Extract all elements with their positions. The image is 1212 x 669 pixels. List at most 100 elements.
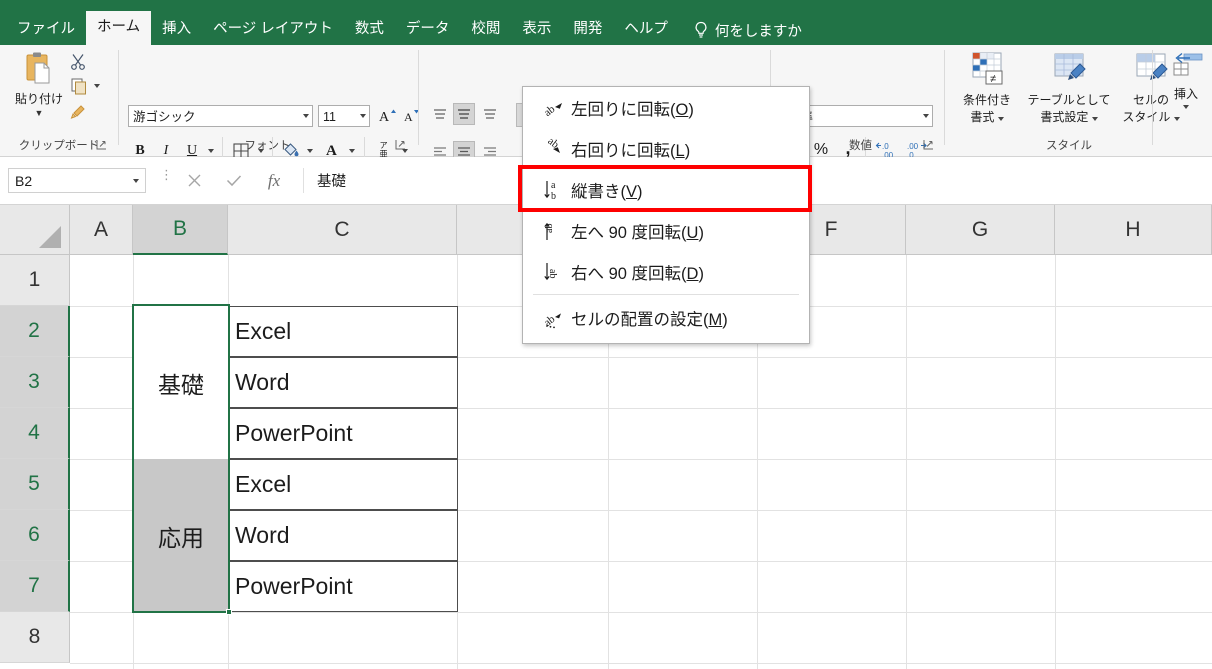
group-divider: [118, 50, 119, 145]
cell-c6[interactable]: Word: [230, 510, 456, 561]
tab-review[interactable]: 校閲: [460, 15, 511, 45]
excel-window: ファイル ホーム 挿入 ページ レイアウト 数式 データ 校閲 表示 開発 ヘル…: [0, 0, 1212, 669]
menu-separator: [533, 294, 799, 295]
group-divider-2: [418, 50, 419, 145]
mi0-pre: 左回りに回転(: [571, 100, 676, 119]
row-header-7[interactable]: 7: [0, 561, 70, 612]
row-header-3[interactable]: 3: [0, 357, 70, 408]
tab-formulas[interactable]: 数式: [344, 15, 395, 45]
mi4-accel: D: [686, 264, 699, 283]
cell-alignment-settings-icon: ab: [537, 307, 571, 329]
format-painter-button[interactable]: [70, 102, 88, 120]
orientation-dropdown-menu: ab 左回りに回転(O) ab 右回りに回転(L) a b 縦書き(V) ab …: [522, 86, 810, 344]
insert-cells-button[interactable]: 挿入: [1162, 51, 1210, 109]
selection-fill-handle[interactable]: [226, 609, 232, 615]
svg-text:ab: ab: [544, 223, 555, 232]
cell-c2[interactable]: Excel: [230, 306, 456, 357]
svg-text:ab: ab: [545, 138, 561, 151]
svg-text:a: a: [551, 180, 556, 191]
row-header-6[interactable]: 6: [0, 510, 70, 561]
rotate-clockwise-icon: ab: [537, 138, 571, 160]
column-header-a[interactable]: A: [70, 205, 133, 255]
name-box-value: B2: [15, 172, 33, 189]
font-name-caret-icon[interactable]: [303, 114, 309, 118]
merged-cell-b2-b4[interactable]: 基礎: [134, 306, 228, 459]
menu-label-rotate-down-90: 右へ 90 度回転(D): [571, 260, 704, 284]
clipboard-dialog-launcher[interactable]: [96, 139, 108, 151]
column-header-h[interactable]: H: [1055, 205, 1212, 255]
menu-item-rotate-down-90[interactable]: ab 右へ 90 度回転(D): [523, 251, 809, 292]
menu-label-rotate-clockwise: 右回りに回転(L): [571, 137, 690, 161]
paste-button[interactable]: 貼り付け ▼: [8, 49, 70, 135]
menu-item-rotate-clockwise[interactable]: ab 右回りに回転(L): [523, 128, 809, 169]
column-header-b[interactable]: B: [133, 205, 228, 255]
group-divider-4: [944, 50, 945, 145]
font-size-caret-icon[interactable]: [360, 114, 366, 118]
increase-font-size-button[interactable]: A: [376, 103, 398, 127]
row-header-1[interactable]: 1: [0, 255, 70, 306]
rotate-up-90-icon: ab: [537, 219, 571, 243]
number-dialog-launcher[interactable]: [923, 139, 935, 151]
svg-text:A: A: [404, 110, 413, 124]
merged-cell-b5-b7[interactable]: 応用: [134, 459, 228, 612]
font-size-input[interactable]: 11: [318, 105, 370, 127]
cell-c7[interactable]: PowerPoint: [230, 561, 456, 612]
ribbon-group-styles: スタイル: [952, 45, 1186, 157]
ribbon-group-clipboard: 貼り付け ▼ クリップボード: [0, 45, 118, 157]
font-name-value: 游ゴシック: [133, 110, 196, 124]
font-name-input[interactable]: 游ゴシック: [128, 105, 313, 127]
name-box[interactable]: B2: [8, 168, 146, 193]
menu-item-cell-alignment-settings[interactable]: ab セルの配置の設定(M): [523, 297, 809, 338]
cell-c4[interactable]: PowerPoint: [230, 408, 456, 459]
gridline-h-7: [70, 612, 1212, 613]
menu-item-rotate-up-90[interactable]: ab 左へ 90 度回転(U): [523, 210, 809, 251]
tell-me-box[interactable]: 何をしますか: [679, 15, 802, 45]
mi4-post: ): [698, 264, 704, 283]
column-header-c[interactable]: C: [228, 205, 457, 255]
tab-developer[interactable]: 開発: [562, 15, 613, 45]
rotate-down-90-icon: ab: [537, 260, 571, 284]
row-header-4[interactable]: 4: [0, 408, 70, 459]
tab-page-layout[interactable]: ページ レイアウト: [202, 15, 344, 45]
menu-item-vertical-text[interactable]: a b 縦書き(V): [523, 169, 809, 210]
enter-button[interactable]: [218, 168, 250, 193]
copy-dropdown-caret-icon[interactable]: [94, 84, 100, 88]
mi3-accel: U: [686, 223, 699, 242]
column-header-g[interactable]: G: [906, 205, 1055, 255]
mi3-post: ): [698, 223, 704, 242]
tab-file[interactable]: ファイル: [6, 15, 86, 45]
row-header-8[interactable]: 8: [0, 612, 70, 663]
tab-insert[interactable]: 挿入: [151, 15, 202, 45]
formula-bar-grip-icon[interactable]: ⋮: [160, 168, 173, 181]
menu-label-vertical-text: 縦書き(V): [571, 178, 643, 202]
insert-function-button[interactable]: fx: [258, 168, 290, 193]
align-middle-button[interactable]: [453, 103, 475, 125]
scissors-icon: [71, 54, 85, 70]
cell-c3[interactable]: Word: [230, 357, 456, 408]
confirm-check-icon: [226, 175, 242, 187]
align-top-button[interactable]: [429, 103, 451, 125]
copy-button[interactable]: [70, 77, 100, 95]
row-header-2[interactable]: 2: [0, 306, 70, 357]
align-bottom-button[interactable]: [479, 103, 501, 125]
tab-help[interactable]: ヘルプ: [613, 15, 679, 45]
tab-view[interactable]: 表示: [511, 15, 562, 45]
insert-cells-caret-icon[interactable]: [1183, 105, 1189, 109]
tab-data[interactable]: データ: [395, 15, 461, 45]
rotate-counterclockwise-icon: ab: [537, 97, 571, 119]
cell-c5[interactable]: Excel: [230, 459, 456, 510]
cut-button[interactable]: [70, 53, 88, 71]
paste-dropdown-caret-icon[interactable]: ▼: [35, 109, 44, 118]
menu-item-rotate-counterclockwise[interactable]: ab 左回りに回転(O): [523, 87, 809, 128]
name-box-caret-icon[interactable]: [133, 179, 139, 183]
svg-text:ab: ab: [547, 269, 558, 278]
gridline-v-g: [1055, 255, 1056, 669]
ribbon-tabs: ファイル ホーム 挿入 ページ レイアウト 数式 データ 校閲 表示 開発 ヘル…: [0, 0, 1212, 45]
tab-home[interactable]: ホーム: [86, 11, 152, 45]
select-all-corner[interactable]: [0, 205, 70, 255]
menu-label-rotate-up-90: 左へ 90 度回転(U): [571, 219, 704, 243]
gridline-v-f: [906, 255, 907, 669]
tell-me-label: 何をしますか: [714, 23, 802, 40]
row-header-5[interactable]: 5: [0, 459, 70, 510]
cancel-button[interactable]: [178, 168, 210, 193]
